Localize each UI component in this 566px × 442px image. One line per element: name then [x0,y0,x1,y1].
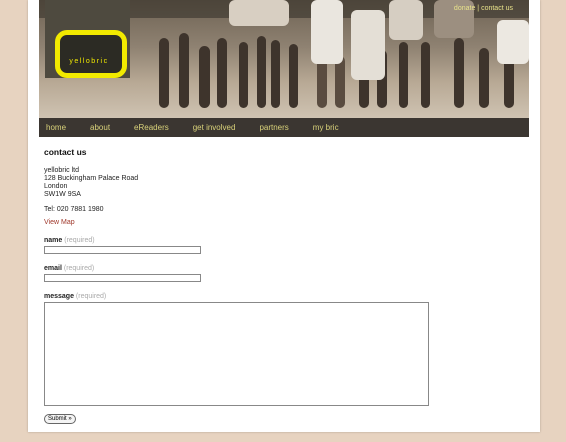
required-hint: (required) [64,237,95,244]
top-links: donate | contact us [454,5,513,12]
message-field[interactable] [44,302,429,406]
donate-link[interactable]: donate [454,5,475,12]
name-field[interactable] [44,246,201,254]
logo-ring-icon [55,30,127,78]
message-label: message (required) [44,293,514,300]
page-container: yellobric donate | contact us home about… [28,0,540,432]
address-line: yellobric ltd [44,167,80,174]
main-nav: home about eReaders get involved partner… [39,118,529,137]
view-map-link[interactable]: View Map [44,219,514,226]
top-links-separator: | [477,5,480,12]
address-line: 128 Buckingham Palace Road [44,175,139,182]
email-field[interactable] [44,274,201,282]
page-title: contact us [44,147,87,157]
message-label-text: message [44,293,74,300]
contact-us-link[interactable]: contact us [481,5,513,12]
nav-item-ereaders[interactable]: eReaders [134,123,169,132]
nav-item-about[interactable]: about [90,123,110,132]
nav-item-get-involved[interactable]: get involved [193,123,236,132]
email-label: email (required) [44,265,514,272]
address-line: London [44,183,68,190]
address-line: SW1W 9SA [44,191,81,198]
logo[interactable]: yellobric [45,0,130,78]
required-hint: (required) [63,265,95,272]
main-content: contact us yellobric ltd 128 Buckingham … [44,147,514,424]
nav-item-partners[interactable]: partners [259,123,288,132]
submit-button[interactable]: Submit » [44,414,76,424]
name-label-text: name [44,237,63,244]
address-block: yellobric ltd 128 Buckingham Palace Road… [44,167,514,199]
header-banner: yellobric donate | contact us [39,0,529,118]
nav-item-my-bric[interactable]: my bric [313,123,339,132]
email-label-text: email [44,265,62,272]
logo-text: yellobric [69,58,109,65]
required-hint: (required) [75,293,107,300]
nav-item-home[interactable]: home [46,123,66,132]
telephone: Tel: 020 7881 1980 [44,206,104,213]
name-label: name (required) [44,237,514,244]
